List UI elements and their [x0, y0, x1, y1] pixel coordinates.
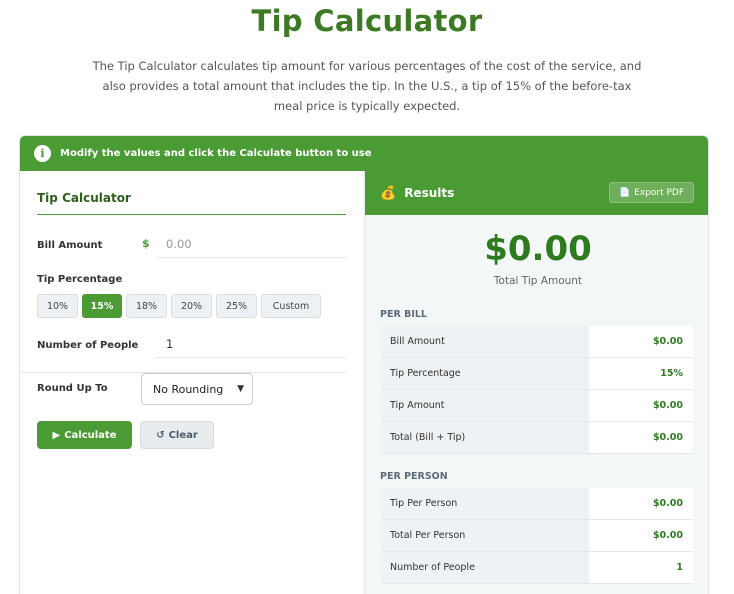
tip-option-25[interactable]: 25%	[216, 294, 257, 318]
calculate-button-label: Calculate	[64, 429, 117, 441]
results-title: Results	[404, 186, 455, 200]
calculator-card: i Modify the values and click the Calcul…	[19, 135, 709, 594]
currency-symbol: $	[142, 237, 150, 250]
table-row: Tip Percentage 15%	[381, 358, 693, 390]
bill-amount-input[interactable]	[156, 230, 346, 258]
row-label: Tip Percentage	[381, 358, 589, 389]
per-bill-table: Bill Amount $0.00 Tip Percentage 15% Tip…	[381, 326, 693, 454]
tip-option-20[interactable]: 20%	[171, 294, 212, 318]
reset-icon: ↺	[156, 429, 165, 441]
intro-text: The Tip Calculator calculates tip amount…	[92, 59, 642, 113]
info-icon: i	[34, 145, 51, 162]
form-title-divider	[37, 214, 346, 215]
page-title: Tip Calculator	[251, 4, 483, 38]
round-up-label: Round Up To	[37, 383, 108, 394]
clear-button-label: Clear	[168, 429, 198, 441]
row-value: $0.00	[652, 498, 683, 509]
number-of-people-label: Number of People	[37, 340, 139, 351]
row-value: $0.00	[652, 336, 683, 347]
row-value: 1	[676, 562, 683, 573]
tip-option-15[interactable]: 15%	[82, 294, 122, 318]
per-bill-heading: PER BILL	[380, 309, 427, 320]
total-tip-caption: Total Tip Amount	[493, 275, 583, 287]
form-title: Tip Calculator	[37, 191, 131, 205]
tip-option-custom[interactable]: Custom	[261, 294, 321, 318]
calculate-button[interactable]: ▶ Calculate	[37, 421, 132, 449]
export-pdf-label: Export PDF	[634, 187, 685, 198]
table-row: Total Per Person $0.00	[381, 520, 693, 552]
row-label: Bill Amount	[381, 326, 589, 357]
table-row: Number of People 1	[381, 552, 693, 584]
table-row: Tip Per Person $0.00	[381, 488, 693, 520]
row-value: $0.00	[652, 400, 683, 411]
table-row: Bill Amount $0.00	[381, 326, 693, 358]
banner-text: Modify the values and click the Calculat…	[60, 148, 372, 159]
play-icon: ▶	[52, 429, 61, 441]
tip-option-10[interactable]: 10%	[37, 294, 78, 318]
tip-option-18[interactable]: 18%	[126, 294, 167, 318]
chevron-down-icon: ▼	[237, 384, 244, 394]
table-row: Total (Bill + Tip) $0.00	[381, 422, 693, 454]
row-label: Total Per Person	[381, 520, 589, 551]
clear-button[interactable]: ↺ Clear	[140, 421, 214, 449]
document-icon: 📄	[618, 187, 631, 198]
row-label: Tip Amount	[381, 390, 589, 421]
bill-amount-label: Bill Amount	[37, 240, 103, 251]
round-up-selected-value: No Rounding	[153, 382, 224, 396]
row-value: 15%	[660, 368, 683, 379]
row-value: $0.00	[652, 432, 683, 443]
form-panel: Tip Calculator Bill Amount $ Tip Percent…	[20, 171, 364, 594]
results-panel: 💰 Results 📄 Export PDF $0.00 Total Tip A…	[364, 171, 708, 594]
row-value: $0.00	[652, 530, 683, 541]
table-row: Tip Amount $0.00	[381, 390, 693, 422]
per-person-heading: PER PERSON	[380, 471, 448, 482]
row-label: Tip Per Person	[381, 488, 589, 519]
total-tip-amount: $0.00	[484, 229, 592, 269]
round-up-select[interactable]: No Rounding ▼	[141, 373, 253, 405]
row-label: Total (Bill + Tip)	[381, 422, 589, 453]
tip-percentage-options: 10% 15% 18% 20% 25% Custom	[37, 294, 321, 318]
per-person-table: Tip Per Person $0.00 Total Per Person $0…	[381, 488, 693, 584]
export-pdf-button[interactable]: 📄 Export PDF	[609, 182, 694, 203]
number-of-people-input[interactable]	[156, 331, 346, 358]
info-banner: i Modify the values and click the Calcul…	[20, 136, 708, 171]
money-bag-icon: 💰	[380, 185, 397, 201]
row-label: Number of People	[381, 552, 589, 583]
tip-percentage-label: Tip Percentage	[37, 274, 123, 285]
